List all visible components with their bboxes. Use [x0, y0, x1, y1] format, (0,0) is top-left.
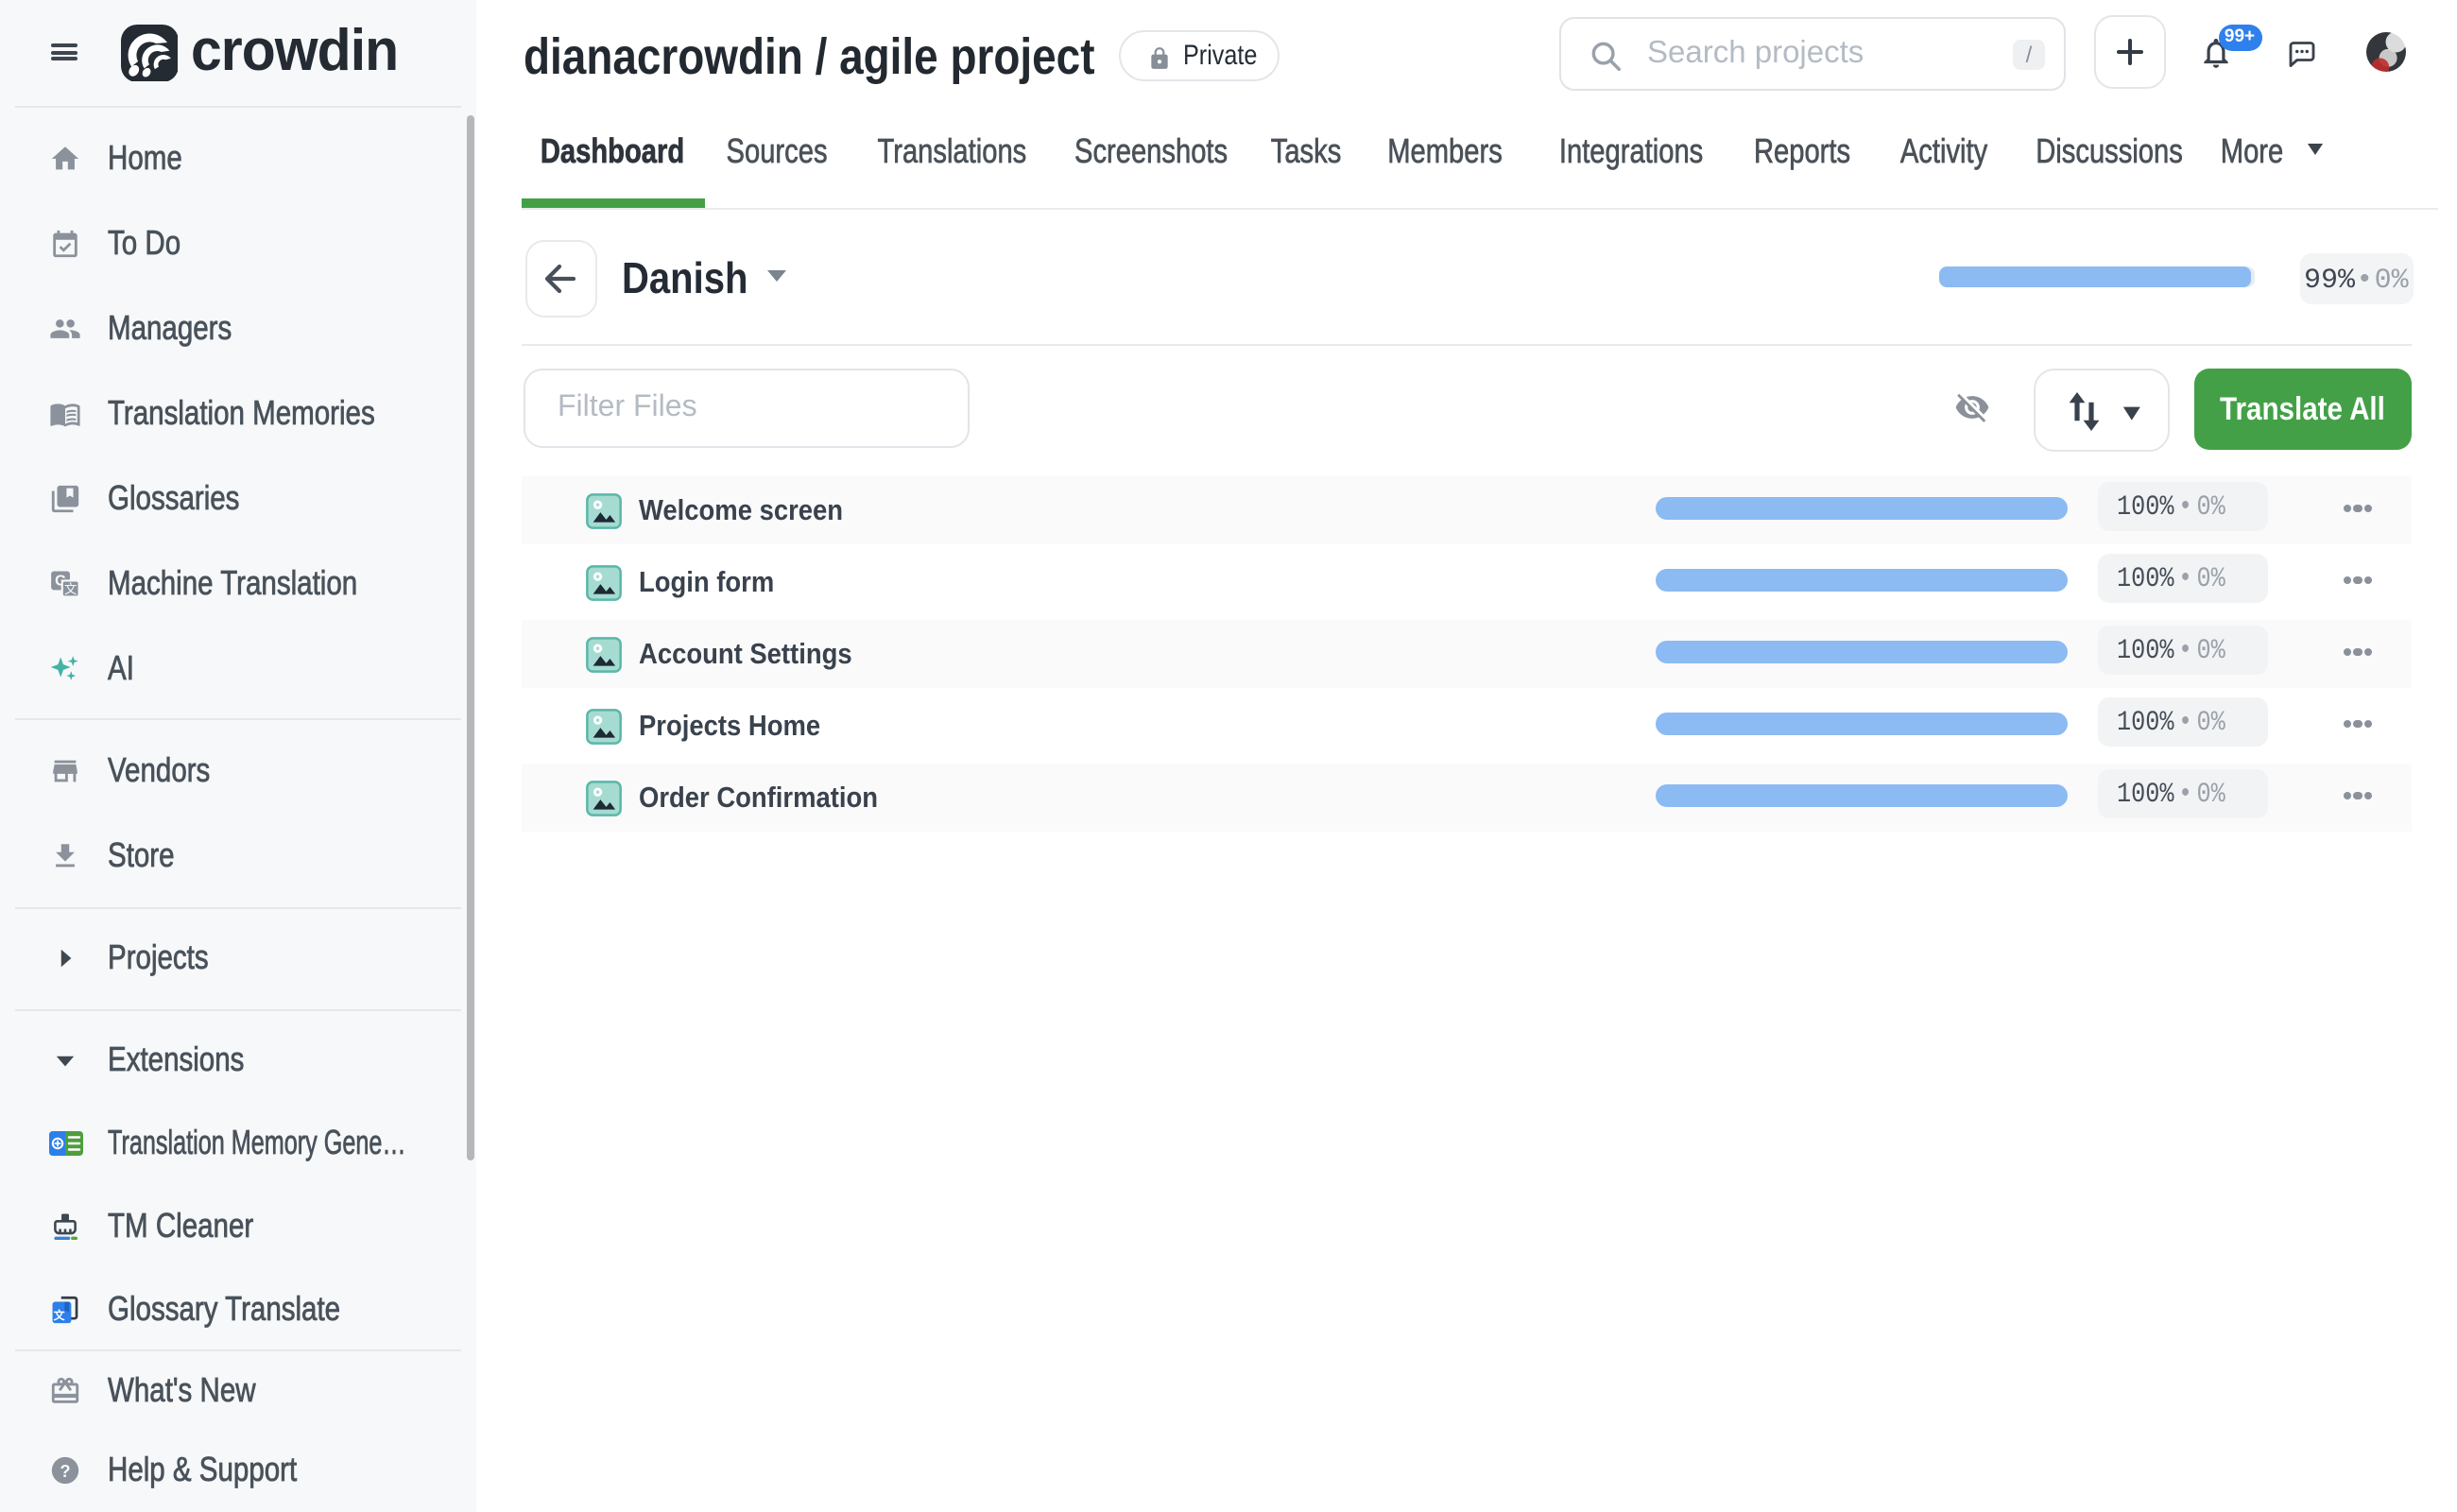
- svg-text:?: ?: [60, 1460, 70, 1480]
- svg-text:文: 文: [64, 581, 77, 595]
- svg-text:文: 文: [54, 1308, 66, 1322]
